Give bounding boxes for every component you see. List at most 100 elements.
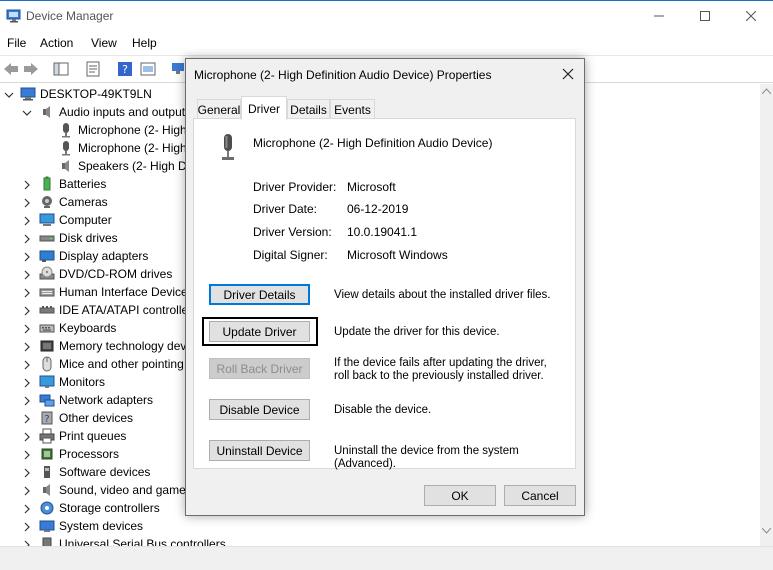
- scroll-up-icon[interactable]: [762, 88, 771, 94]
- disable-device-button[interactable]: Disable Device: [209, 399, 310, 420]
- tree-item-other-devices[interactable]: ? Other devices: [39, 409, 133, 427]
- roll-back-driver-button[interactable]: Roll Back Driver: [209, 358, 310, 379]
- chevron-right-icon[interactable]: [22, 306, 32, 316]
- view-icon[interactable]: [139, 60, 157, 78]
- chevron-down-icon[interactable]: [4, 90, 14, 100]
- tree-item-label: System devices: [59, 519, 144, 533]
- microphone-icon: [62, 123, 70, 138]
- tab-events[interactable]: Events: [330, 99, 375, 119]
- tree-item-display-adapters[interactable]: Display adapters: [39, 247, 148, 265]
- menu-file[interactable]: File: [7, 36, 26, 50]
- processor-icon: [41, 448, 53, 460]
- chevron-down-icon[interactable]: [22, 108, 32, 118]
- tree-item-memory-technology[interactable]: Memory technology devices: [39, 337, 208, 355]
- disk-drive-icon: [39, 235, 55, 242]
- tree-item-network-adapters[interactable]: Network adapters: [39, 391, 153, 409]
- tree-item-batteries[interactable]: Batteries: [39, 175, 106, 193]
- minimize-button[interactable]: [636, 1, 682, 31]
- chevron-right-icon[interactable]: [22, 450, 32, 460]
- tree-item-label: Computer: [59, 213, 112, 227]
- menu-bar: File Action View Help: [0, 32, 773, 54]
- tab-driver[interactable]: Driver: [241, 96, 287, 120]
- vertical-scrollbar[interactable]: [760, 84, 773, 546]
- tree-item-label: Human Interface Devices: [59, 285, 194, 299]
- monitor-icon: [39, 213, 55, 226]
- highlight-box: [202, 317, 318, 346]
- tree-item-storage-controllers[interactable]: Storage controllers: [39, 499, 160, 517]
- chevron-right-icon[interactable]: [22, 252, 32, 262]
- show-hide-tree-icon[interactable]: [52, 60, 70, 78]
- system-device-icon: [39, 520, 55, 532]
- chevron-right-icon[interactable]: [22, 234, 32, 244]
- tree-item-disk-drives[interactable]: Disk drives: [39, 229, 118, 247]
- tree-item-system-devices[interactable]: System devices: [39, 517, 143, 535]
- properties-dialog: Microphone (2- High Definition Audio Dev…: [185, 58, 585, 516]
- hid-icon: [39, 288, 55, 297]
- tree-item-label: Software devices: [59, 465, 151, 479]
- chevron-right-icon[interactable]: [22, 522, 32, 532]
- chevron-right-icon[interactable]: [22, 432, 32, 442]
- tree-item-dvd-drives[interactable]: DVD/CD-ROM drives: [39, 265, 172, 283]
- chevron-right-icon[interactable]: [22, 486, 32, 496]
- tab-general[interactable]: General: [197, 99, 241, 119]
- uninstall-device-button[interactable]: Uninstall Device: [209, 440, 310, 461]
- properties-icon[interactable]: [84, 60, 102, 78]
- mouse-icon: [42, 356, 52, 372]
- tree-item-cameras[interactable]: Cameras: [39, 193, 108, 211]
- horizontal-scrollbar[interactable]: [0, 546, 773, 570]
- tree-item-monitors[interactable]: Monitors: [39, 373, 105, 391]
- ide-controller-icon: [39, 306, 55, 314]
- tree-item-processors[interactable]: Processors: [39, 445, 119, 463]
- chevron-right-icon[interactable]: [22, 342, 32, 352]
- storage-controller-icon: [40, 501, 54, 515]
- driver-details-button[interactable]: Driver Details: [209, 284, 310, 305]
- uninstall-device-description: Uninstall the device from the system (Ad…: [334, 445, 519, 470]
- chevron-right-icon[interactable]: [22, 198, 32, 208]
- tree-item-label: IDE ATA/ATAPI controllers: [59, 303, 199, 317]
- device-name: Microphone (2- High Definition Audio Dev…: [253, 136, 493, 150]
- tree-item-ide-controllers[interactable]: IDE ATA/ATAPI controllers: [39, 301, 198, 319]
- chevron-right-icon[interactable]: [22, 504, 32, 514]
- ok-button[interactable]: OK: [424, 485, 496, 506]
- chevron-right-icon[interactable]: [22, 270, 32, 280]
- chevron-right-icon[interactable]: [22, 378, 32, 388]
- chevron-right-icon[interactable]: [22, 216, 32, 226]
- chevron-right-icon[interactable]: [22, 396, 32, 406]
- tree-item-keyboards[interactable]: Keyboards: [39, 319, 116, 337]
- tab-details[interactable]: Details: [287, 99, 330, 119]
- chevron-right-icon[interactable]: [22, 414, 32, 424]
- help-icon[interactable]: ?: [116, 60, 134, 78]
- driver-date-value: 06-12-2019: [347, 202, 409, 216]
- tree-root[interactable]: DESKTOP-49KT9LN: [20, 85, 152, 103]
- update-driver-description: Update the driver for this device.: [334, 326, 500, 338]
- dialog-close-icon[interactable]: [560, 66, 576, 82]
- tree-item-label: Network adapters: [59, 393, 154, 407]
- menu-help[interactable]: Help: [132, 36, 157, 50]
- menu-action[interactable]: Action: [40, 36, 73, 50]
- digital-signer-label: Digital Signer:: [253, 248, 328, 262]
- driver-date-label: Driver Date:: [253, 202, 318, 216]
- dvd-drive-icon: [39, 266, 55, 280]
- menu-view[interactable]: View: [91, 36, 117, 50]
- maximize-button[interactable]: [682, 1, 728, 31]
- back-arrow-icon[interactable]: [2, 60, 20, 78]
- tree-item-audio-inputs[interactable]: Audio inputs and outputs: [39, 103, 191, 121]
- chevron-right-icon[interactable]: [22, 324, 32, 334]
- camera-icon: [42, 196, 52, 208]
- close-window-button[interactable]: [728, 1, 773, 31]
- forward-arrow-icon[interactable]: [22, 60, 40, 78]
- tree-item-usb-controllers[interactable]: Universal Serial Bus controllers: [39, 535, 226, 546]
- chevron-right-icon[interactable]: [22, 360, 32, 370]
- scroll-down-icon[interactable]: [762, 528, 771, 534]
- tree-item-software-devices[interactable]: Software devices: [39, 463, 150, 481]
- tree-item-computer[interactable]: Computer: [39, 211, 112, 229]
- cancel-button[interactable]: Cancel: [504, 485, 576, 506]
- memory-icon: [40, 340, 54, 352]
- tree-item-label: Display adapters: [59, 249, 149, 263]
- speaker-icon: [43, 484, 50, 496]
- chevron-right-icon[interactable]: [22, 288, 32, 298]
- tree-item-print-queues[interactable]: Print queues: [39, 427, 126, 445]
- chevron-right-icon[interactable]: [22, 468, 32, 478]
- chevron-right-icon[interactable]: [22, 180, 32, 190]
- tree-item-hid[interactable]: Human Interface Devices: [39, 283, 194, 301]
